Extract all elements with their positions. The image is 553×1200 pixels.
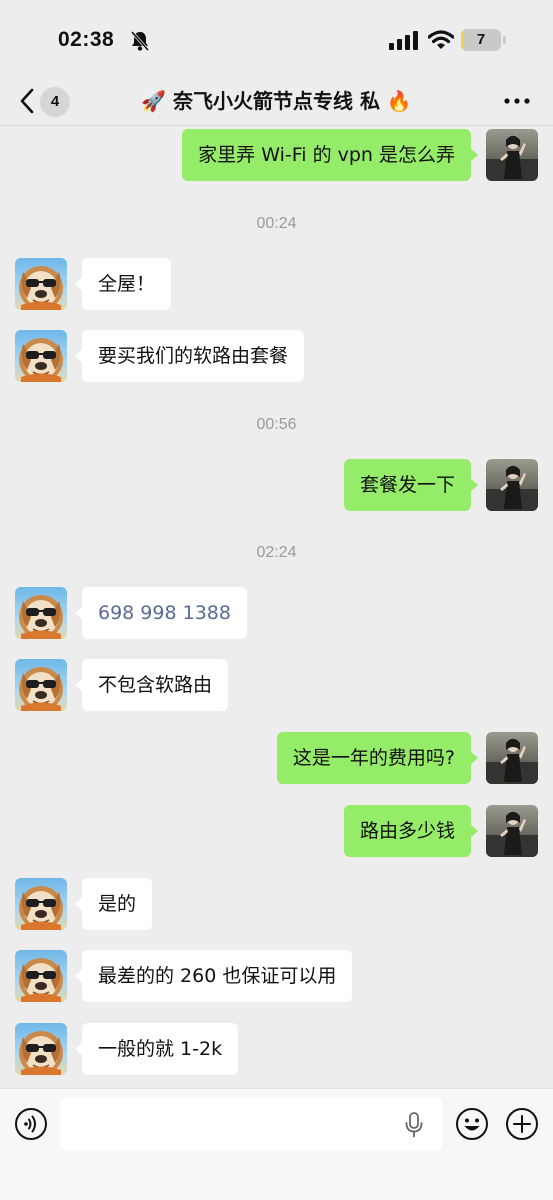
avatar[interactable] [15, 659, 67, 711]
bell-slash-icon [130, 31, 150, 51]
message-row: 要买我们的软路由套餐 [0, 330, 553, 386]
avatar[interactable] [15, 258, 67, 310]
message-input[interactable] [60, 1098, 442, 1150]
message-row: 不包含软路由 [0, 659, 553, 715]
timestamp: 00:24 [256, 215, 297, 232]
chevron-left-icon[interactable] [18, 88, 36, 114]
chat-message-list[interactable]: 家里弄 Wi-Fi 的 vpn 是怎么弄 00:24 全屋！ 要买我们的软路由套… [0, 126, 553, 1088]
status-time: 02:38 [58, 28, 115, 51]
chat-title: 🚀 奈飞小火箭节点专线 私 🔥 [141, 89, 412, 113]
timestamp: 02:24 [256, 544, 297, 561]
message-bubble-incoming[interactable]: 是的 [74, 878, 153, 930]
plus-icon[interactable] [505, 1107, 539, 1141]
message-row: 家里弄 Wi-Fi 的 vpn 是怎么弄 [0, 129, 553, 185]
message-row: 是的 [0, 878, 553, 934]
voice-icon[interactable] [14, 1107, 48, 1141]
battery-cap [503, 36, 506, 44]
message-bubble-incoming[interactable]: 最差的的 260 也保证可以用 [74, 950, 353, 1002]
message-bubble-incoming-phone-link[interactable]: 698 998 1388 [75, 587, 247, 639]
message-bubble-incoming[interactable]: 全屋！ [74, 258, 172, 310]
avatar[interactable] [15, 587, 67, 639]
avatar[interactable] [486, 459, 538, 511]
message-bubble-outgoing[interactable]: 路由多少钱 [343, 805, 479, 857]
message-row: 路由多少钱 [0, 805, 553, 861]
avatar[interactable] [486, 805, 538, 857]
avatar[interactable] [486, 129, 538, 181]
message-bubble-outgoing[interactable]: 这是一年的费用吗? [276, 732, 479, 784]
wifi-icon [428, 30, 454, 49]
unread-count-badge[interactable]: 4 [40, 87, 70, 117]
avatar[interactable] [15, 330, 67, 382]
message-row: 这是一年的费用吗? [0, 732, 553, 788]
message-row: 最差的的 260 也保证可以用 [0, 950, 553, 1006]
message-row: 一般的就 1-2k [0, 1023, 553, 1079]
avatar[interactable] [15, 878, 67, 930]
more-icon[interactable] [503, 96, 531, 106]
message-bubble-outgoing[interactable]: 家里弄 Wi-Fi 的 vpn 是怎么弄 [182, 129, 478, 181]
avatar[interactable] [486, 732, 538, 784]
message-bubble-incoming[interactable]: 不包含软路由 [74, 659, 229, 711]
input-bar [0, 1088, 553, 1200]
avatar[interactable] [15, 950, 67, 1002]
status-bar: 02:38 7 [0, 0, 553, 80]
message-bubble-incoming[interactable]: 一般的就 1-2k [74, 1023, 239, 1075]
battery-level: 7 [476, 31, 486, 48]
message-bubble-outgoing[interactable]: 套餐发一下 [343, 459, 479, 511]
avatar[interactable] [15, 1023, 67, 1075]
message-bubble-incoming[interactable]: 要买我们的软路由套餐 [74, 330, 305, 382]
message-row: 套餐发一下 [0, 459, 553, 515]
timestamp: 00:56 [256, 416, 297, 433]
mic-icon[interactable] [404, 1112, 424, 1138]
message-row: 698 998 1388 [0, 587, 553, 643]
message-row: 全屋！ [0, 258, 553, 314]
emoji-icon[interactable] [455, 1107, 489, 1141]
nav-bar: 4 🚀 奈飞小火箭节点专线 私 🔥 [0, 78, 553, 126]
battery-icon: 7 [461, 29, 501, 51]
signal-icon [389, 31, 418, 50]
